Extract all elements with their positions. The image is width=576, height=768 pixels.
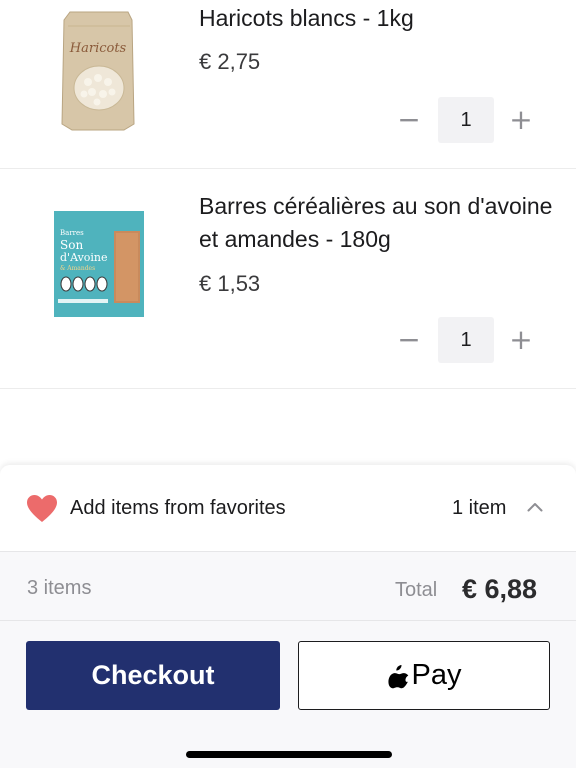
favorites-count: 1 item — [452, 497, 507, 519]
total-label: Total — [395, 579, 438, 601]
product-title: Haricots blancs - 1kg — [199, 5, 414, 31]
cart-item-haricots: Haricots Haricots blancs - 1kg € 2,75 − … — [0, 0, 576, 169]
svg-text:Haricots: Haricots — [69, 41, 127, 56]
apple-pay-content: Pay — [299, 642, 549, 709]
product-price: € 2,75 — [199, 49, 261, 74]
increase-quantity-button[interactable]: + — [504, 317, 538, 363]
decrease-quantity-button[interactable]: − — [392, 97, 426, 143]
apple-pay-button[interactable]: Pay — [298, 641, 550, 710]
cart-item-barres: Barres Son d'Avoine & Amandes Barres cér… — [0, 169, 576, 389]
svg-text:& Amandes: & Amandes — [60, 265, 95, 272]
quantity-stepper: − 1 + — [392, 97, 542, 143]
product-title: Barres céréalières au son d'avoine et am… — [199, 193, 553, 252]
favorites-row[interactable]: Add items from favorites 1 item — [0, 465, 576, 552]
home-indicator[interactable] — [186, 751, 392, 758]
svg-text:d'Avoine: d'Avoine — [60, 251, 108, 264]
product-price: € 1,53 — [199, 271, 261, 296]
svg-text:Son: Son — [60, 238, 83, 252]
items-count: 3 items — [27, 577, 92, 599]
increase-quantity-button[interactable]: + — [504, 97, 538, 143]
heart-icon — [27, 495, 57, 522]
decrease-quantity-button[interactable]: − — [392, 317, 426, 363]
checkout-sheet: Add items from favorites 1 item 3 items … — [0, 465, 576, 768]
favorites-label: Add items from favorites — [70, 497, 286, 519]
apple-pay-label: Pay — [411, 659, 462, 691]
order-summary: 3 items Total € 6,88 — [0, 553, 576, 621]
quantity-value[interactable]: 1 — [438, 97, 494, 143]
checkout-button[interactable]: Checkout — [26, 641, 280, 710]
quantity-value[interactable]: 1 — [438, 317, 494, 363]
svg-text:Barres: Barres — [60, 229, 84, 237]
product-image-haricots[interactable]: Haricots — [50, 8, 146, 132]
quantity-stepper: − 1 + — [392, 317, 542, 363]
total-value: € 6,88 — [462, 574, 538, 604]
apple-logo-icon — [387, 664, 408, 688]
chevron-up-icon[interactable] — [527, 502, 543, 512]
product-image-barres[interactable]: Barres Son d'Avoine & Amandes — [50, 209, 146, 319]
